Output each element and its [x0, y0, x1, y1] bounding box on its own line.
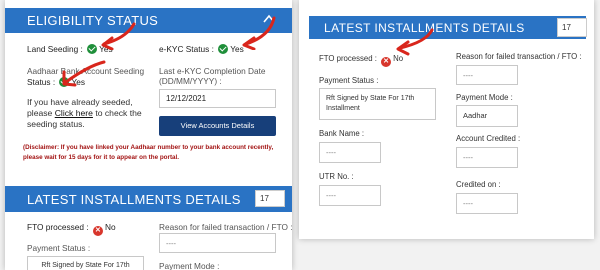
left-installments-title: LATEST INSTALLMENTS DETAILS [27, 192, 241, 207]
right-bank-name-field: ---- [319, 142, 381, 163]
right-payment-status-line-1: Rft Signed by State For 17th [326, 95, 415, 102]
view-accounts-details-button[interactable]: View Accounts Details [159, 116, 276, 136]
right-bank-name-label: Bank Name : [319, 129, 365, 138]
right-installments-header: LATEST INSTALLMENTS DETAILS [309, 16, 586, 39]
left-installment-count: 17 [255, 190, 285, 207]
disclaimer: (Disclaimer: If you have linked your Aad… [23, 143, 285, 162]
left-payment-status-field: Rft Signed by State For 17th [27, 256, 144, 270]
left-installments-header: LATEST INSTALLMENTS DETAILS [5, 186, 292, 212]
right-credited-on-field: ---- [456, 193, 518, 214]
right-reason-field: ---- [456, 65, 518, 85]
right-account-credited-label: Account Credited : [456, 134, 521, 143]
right-credited-on-label: Credited on : [456, 180, 501, 189]
right-payment-mode-label: Payment Mode : [456, 93, 513, 102]
check-circle-icon [218, 44, 229, 54]
check-seeding-link[interactable]: Click here [55, 108, 93, 118]
left-fto-processed: FTO processed : ✕ No [27, 222, 116, 236]
ekyc-date-label-2: (DD/MM/YYYY) : [159, 76, 222, 86]
right-installment-count: 17 [557, 18, 587, 37]
left-reason-field: ---- [159, 233, 276, 253]
x-circle-icon: ✕ [92, 226, 103, 236]
ekyc-date-label-1: Last e-KYC Completion Date [159, 66, 266, 76]
seeded-text-1: If you have already seeded, [27, 97, 133, 107]
annotation-arrow-ekyc [242, 16, 276, 50]
right-payment-status-label: Payment Status : [319, 76, 379, 85]
right-fto-label: FTO processed : [319, 54, 377, 63]
left-reason-label: Reason for failed transaction / FTO : [159, 222, 292, 232]
right-payment-mode-field: Aadhar [456, 105, 518, 127]
ekyc-date-field[interactable]: 12/12/2021 [159, 89, 276, 108]
installments-panel: LATEST INSTALLMENTS DETAILS 17 FTO proce… [299, 0, 594, 239]
left-fto-value: No [104, 222, 116, 232]
seeded-text-2-post: to check the [92, 108, 142, 118]
seeding-help-text: If you have already seeded, please Click… [27, 97, 142, 130]
land-seeding-label: Land Seeding : [27, 44, 83, 54]
annotation-arrow-fto [396, 28, 434, 56]
left-payment-mode-label: Payment Mode : [159, 261, 220, 270]
right-reason-label: Reason for failed transaction / FTO : [456, 52, 582, 61]
disclaimer-line-1: (Disclaimer: If you have linked your Aad… [23, 144, 274, 151]
x-circle-icon: ✕ [381, 57, 392, 67]
left-fto-label: FTO processed : [27, 222, 89, 232]
right-utr-label: UTR No. : [319, 172, 354, 181]
seeded-text-3: seeding status. [27, 119, 85, 129]
left-payment-status-label: Payment Status : [27, 243, 91, 253]
annotation-arrow-land-seeding [101, 22, 136, 50]
annotation-arrow-aadhaar [62, 60, 106, 87]
right-payment-status-field: Rft Signed by State For 17th Installment [319, 88, 436, 120]
right-utr-field: ---- [319, 185, 381, 206]
right-account-credited-field: ---- [456, 147, 518, 168]
seeded-text-2-pre: please [27, 108, 55, 118]
ekyc-label: e-KYC Status : [159, 44, 214, 54]
disclaimer-line-2: please wait for 15 days for it to appear… [23, 153, 180, 161]
right-payment-status-line-2: Installment [326, 105, 360, 112]
